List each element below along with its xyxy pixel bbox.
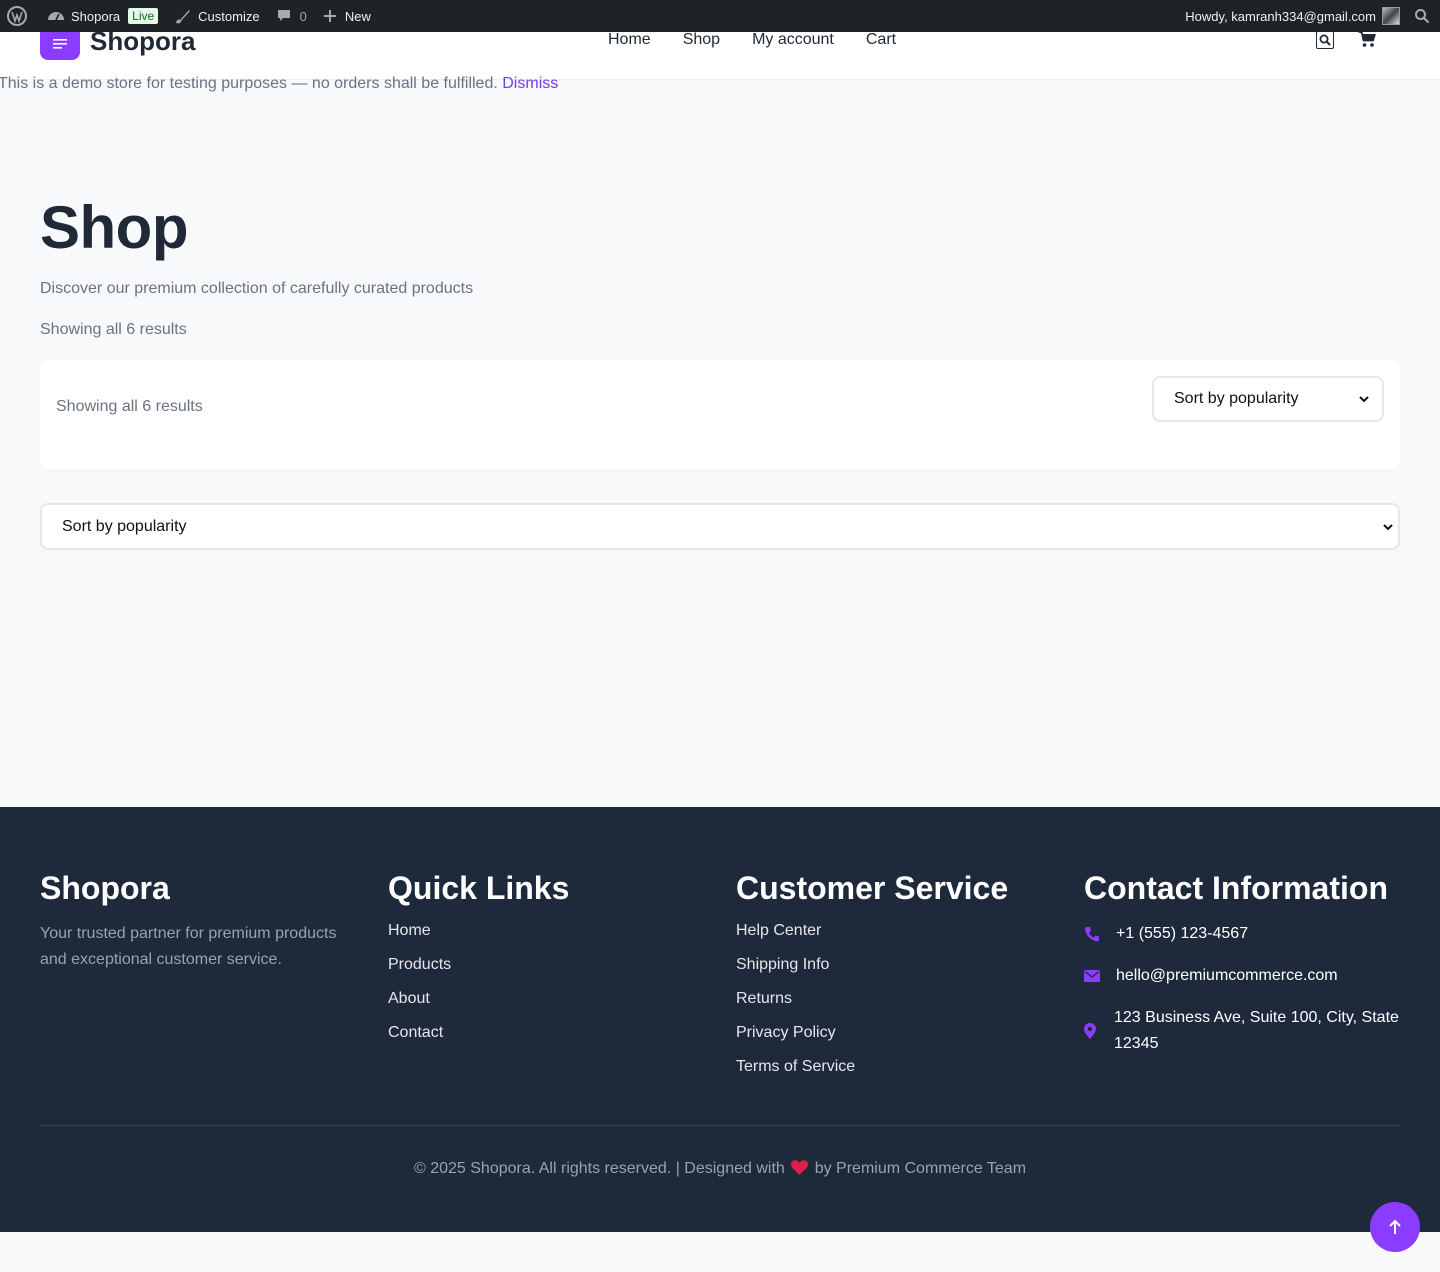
- mail-icon: [1084, 970, 1100, 982]
- admin-bar: Shopora Live Customize 0 New Howdy, kamr…: [0, 0, 1440, 32]
- sort-select-full-value: Sort by popularity: [62, 517, 187, 535]
- comments-count: 0: [299, 8, 307, 24]
- footer-link-about[interactable]: About: [388, 989, 569, 1023]
- nav-cart[interactable]: Cart: [850, 31, 912, 49]
- footer-link-shipping-info[interactable]: Shipping Info: [736, 955, 1008, 989]
- footer-brand-description: Your trusted partner for premium product…: [40, 925, 337, 968]
- footer-link-products[interactable]: Products: [388, 955, 569, 989]
- new-label: New: [344, 8, 371, 24]
- notice-text: This is a demo store for testing purpose…: [0, 75, 498, 92]
- admin-search-button[interactable]: [1400, 8, 1440, 24]
- back-to-top-button[interactable]: [1370, 1202, 1420, 1252]
- toolbar-result-count: Showing all 6 results: [56, 398, 203, 415]
- main-nav: Home Shop My account Cart: [592, 31, 912, 49]
- footer-customer-service: Customer Service Help Center Shipping In…: [736, 870, 1008, 1091]
- site-name-label: Shopora: [71, 8, 121, 24]
- header-search-button[interactable]: [1316, 31, 1334, 49]
- copyright: © 2025 Shopora. All rights reserved. | D…: [0, 1160, 1440, 1178]
- chevron-down-icon: [1359, 396, 1369, 403]
- sort-select[interactable]: Sort by popularity: [1152, 376, 1384, 422]
- footer-brand: Shopora Your trusted partner for premium…: [40, 870, 350, 973]
- location-pin-icon: [1084, 1023, 1096, 1039]
- dashboard-icon: [48, 12, 64, 21]
- footer-quick-links: Quick Links Home Products About Contact: [388, 870, 569, 1057]
- customer-service-title: Customer Service: [736, 870, 1009, 906]
- howdy-label: Howdy, kamranh334@gmail.com: [1185, 8, 1376, 24]
- footer-contact: Contact Information +1 (555) 123-4567 he…: [1084, 870, 1404, 1073]
- cart-icon: [1358, 30, 1376, 47]
- contact-phone: +1 (555) 123-4567: [1084, 921, 1404, 947]
- contact-address-text: 123 Business Ave, Suite 100, City, State…: [1114, 1009, 1399, 1052]
- footer-divider: [40, 1125, 1400, 1126]
- contact-phone-text[interactable]: +1 (555) 123-4567: [1116, 921, 1248, 947]
- brush-icon: [176, 10, 191, 24]
- footer-link-terms-of-service[interactable]: Terms of Service: [736, 1057, 1008, 1091]
- site-footer: Shopora Your trusted partner for premium…: [0, 807, 1440, 1232]
- nav-my-account[interactable]: My account: [736, 31, 850, 49]
- wordpress-icon: [7, 6, 27, 26]
- contact-title: Contact Information: [1084, 870, 1388, 906]
- menu-icon: [53, 39, 67, 49]
- sort-select-value: Sort by popularity: [1174, 390, 1299, 407]
- footer-link-returns[interactable]: Returns: [736, 989, 1008, 1023]
- demo-store-notice: This is a demo store for testing purpose…: [0, 75, 558, 93]
- copyright-text: © 2025 Shopora. All rights reserved. | D…: [413, 1160, 785, 1177]
- shop-toolbar: Showing all 6 results Sort by popularity: [40, 360, 1400, 470]
- nav-shop[interactable]: Shop: [667, 31, 736, 49]
- comments-link[interactable]: 0: [268, 0, 315, 32]
- footer-link-help-center[interactable]: Help Center: [736, 921, 1008, 955]
- menu-toggle-button[interactable]: [40, 28, 80, 60]
- contact-email: hello@premiumcommerce.com: [1084, 963, 1404, 989]
- contact-email-text[interactable]: hello@premiumcommerce.com: [1116, 963, 1338, 989]
- header-cart-button[interactable]: [1357, 30, 1377, 53]
- copyright-credit: by Premium Commerce Team: [814, 1160, 1027, 1177]
- footer-link-privacy-policy[interactable]: Privacy Policy: [736, 1023, 1008, 1057]
- result-count: Showing all 6 results: [40, 321, 187, 338]
- footer-link-contact[interactable]: Contact: [388, 1023, 569, 1057]
- search-icon: [1415, 9, 1430, 24]
- heart-icon: [791, 1160, 809, 1175]
- live-badge: Live: [128, 8, 159, 24]
- quick-links-title: Quick Links: [388, 870, 570, 906]
- comment-icon: [277, 10, 290, 21]
- nav-home[interactable]: Home: [592, 31, 667, 49]
- contact-address: 123 Business Ave, Suite 100, City, State…: [1084, 1005, 1404, 1057]
- avatar: [1382, 7, 1400, 25]
- customize-link[interactable]: Customize: [166, 0, 267, 32]
- site-header: Shopora Home Shop My account Cart: [0, 26, 1440, 80]
- page-subtitle: Discover our premium collection of caref…: [40, 280, 474, 297]
- new-content-menu[interactable]: New: [315, 0, 379, 32]
- phone-icon: [1084, 927, 1099, 942]
- page-title: Shop: [40, 194, 188, 261]
- chevron-down-icon: [1383, 523, 1393, 530]
- plus-icon: [323, 10, 336, 22]
- dismiss-link[interactable]: Dismiss: [502, 75, 558, 92]
- my-account-menu[interactable]: Howdy, kamranh334@gmail.com: [1177, 0, 1400, 32]
- wordpress-logo-button[interactable]: [0, 0, 33, 32]
- sort-select-full-width[interactable]: Sort by popularity: [40, 503, 1400, 550]
- arrow-up-icon: [1389, 1219, 1401, 1234]
- footer-link-home[interactable]: Home: [388, 921, 569, 955]
- customize-label: Customize: [198, 8, 260, 24]
- footer-brand-title: Shopora: [40, 870, 170, 906]
- site-name-menu[interactable]: Shopora Live: [33, 0, 166, 32]
- search-icon: [1319, 34, 1331, 46]
